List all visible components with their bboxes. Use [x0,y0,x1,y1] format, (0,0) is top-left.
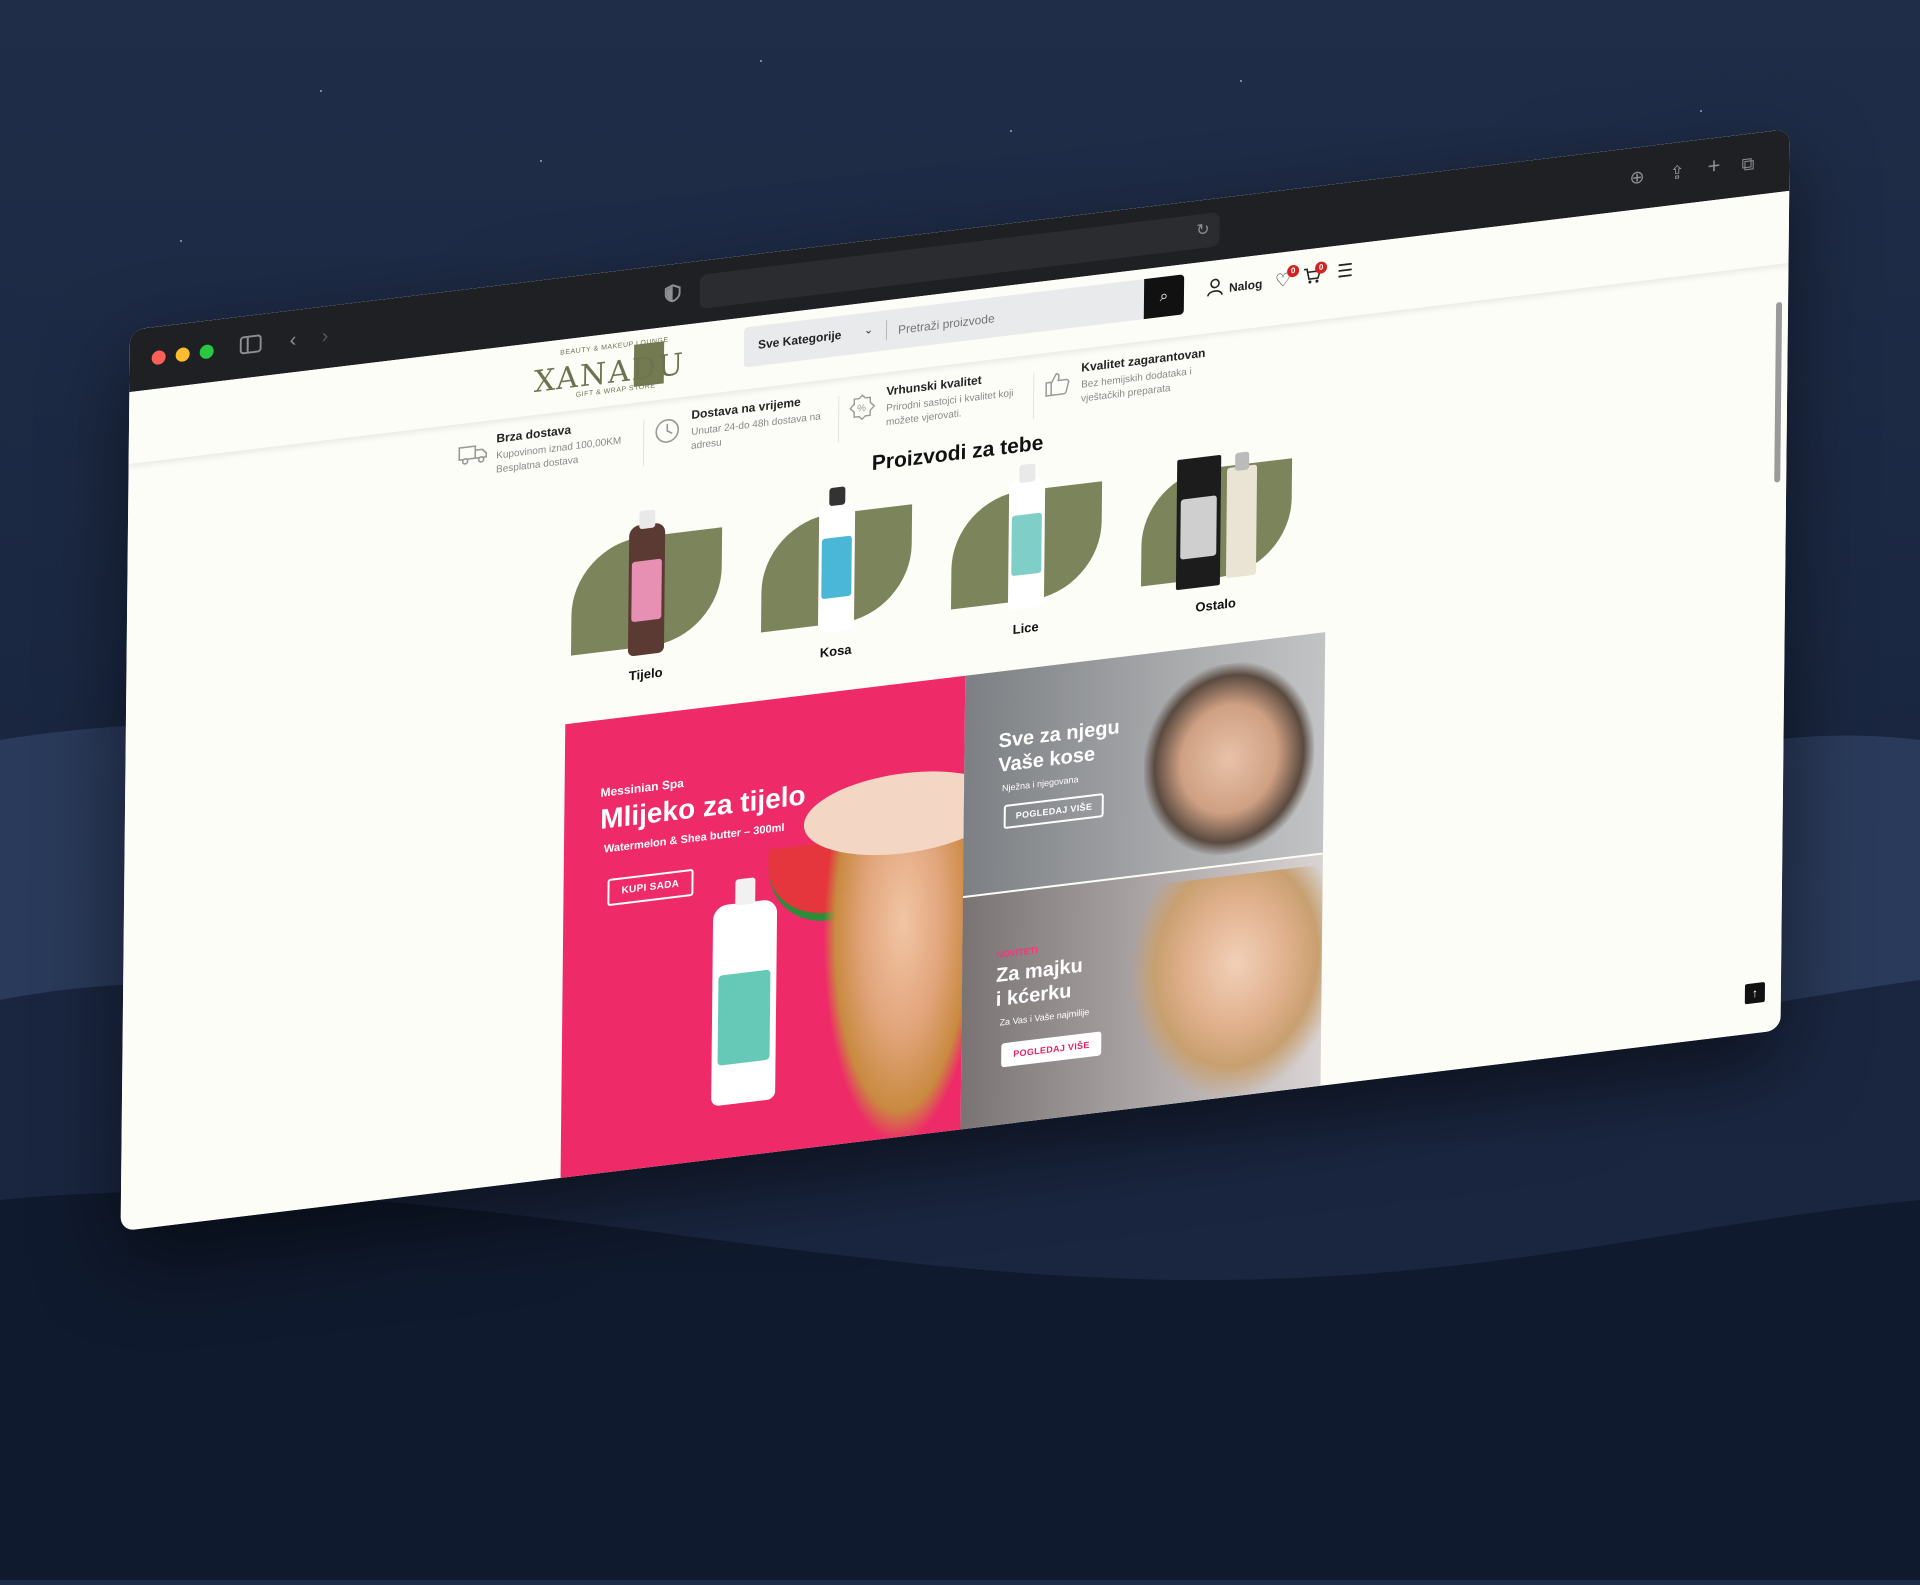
feature-item: Brza dostava Kupovinom iznad 100,00KM Be… [458,412,639,494]
sidebar-icon[interactable] [240,334,262,359]
category-select[interactable]: Sve Kategorije [758,328,842,352]
category-name[interactable]: Ostalo [1136,588,1296,622]
product-bottle-image [628,522,665,657]
feature-item: Kvalitet zagarantovan Bez hemijskih doda… [1043,342,1224,424]
tabs-icon[interactable]: ⧉ [1741,153,1754,175]
category-name[interactable]: Tijelo [566,657,726,691]
share-icon[interactable]: ⇪ [1669,162,1684,184]
cart-count-badge: 0 [1315,261,1327,274]
user-icon[interactable] [1207,278,1223,303]
buy-now-button[interactable]: KUPI SADA [607,869,693,906]
page-scrollbar[interactable] [1774,302,1782,483]
category-name[interactable]: Lice [946,611,1106,645]
category-card-ostalo[interactable]: Ostalo [1135,446,1297,636]
svg-text:%: % [857,403,866,415]
view-more-button[interactable]: POGLEDAJ VIŠE [1004,793,1105,829]
search-input[interactable] [896,290,1120,343]
truck-icon [458,439,488,473]
account-link[interactable]: Nalog [1229,277,1262,295]
wishlist-count-badge: 0 [1287,264,1299,277]
category-card-lice[interactable]: Lice [945,469,1107,659]
body-lotion-banner[interactable]: Messinian Spa Mlijeko za tijelo Watermel… [560,676,965,1185]
hair-care-banner[interactable]: Sve za njegu Vaše kose Nježna i njegovan… [963,632,1325,896]
feature-item: Dostava na vrijeme Unutar 24-do 48h dost… [653,389,834,471]
new-tab-icon[interactable]: + [1708,155,1721,177]
menu-icon[interactable]: ☰ [1337,260,1353,283]
shield-icon[interactable] [665,283,681,307]
forward-icon[interactable]: › [322,326,329,347]
hair-wash-model-image [1143,653,1315,864]
chevron-down-icon[interactable]: ⌄ [864,323,873,337]
product-bottle-image [818,499,855,634]
view-more-button[interactable]: POGLEDAJ VIŠE [1001,1031,1102,1067]
product-bottle-image [1008,476,1045,611]
lotion-bottle-image [711,899,777,1107]
site-logo[interactable]: BEAUTY & MAKEUP LOUNGE XANADU GIFT & WRA… [534,334,675,407]
category-name[interactable]: Kosa [756,634,916,668]
feature-separator [838,396,839,442]
minimize-window-button[interactable] [176,347,190,363]
feature-item: % Vrhunski kvalitet Prirodni sastojci i … [848,365,1029,447]
clock-icon [653,415,683,449]
close-window-button[interactable] [152,350,166,366]
banner-kicker: NOVITETI [996,945,1038,960]
banner-desc: Nježna i njegovana [1002,774,1079,793]
zoom-window-button[interactable] [200,344,214,360]
quality-badge-icon: % [848,391,878,425]
feature-separator [643,420,644,466]
download-icon[interactable]: ⊕ [1629,166,1644,188]
search-divider [886,320,887,340]
back-icon[interactable]: ‹ [290,330,297,351]
search-button[interactable]: ⌕ [1144,274,1184,319]
search-icon: ⌕ [1160,287,1169,305]
product-box-image [1176,455,1221,591]
thumbs-up-icon [1043,368,1073,402]
arrow-up-icon: ↑ [1752,986,1758,1001]
perfume-bottle-image [1226,464,1257,578]
feature-separator [1033,372,1034,418]
category-card-tijelo[interactable]: Tijelo [566,515,728,705]
reload-icon[interactable]: ↻ [1196,220,1210,242]
category-card-kosa[interactable]: Kosa [755,492,917,682]
scroll-to-top-button[interactable]: ↑ [1745,982,1765,1004]
mother-daughter-image [1131,864,1323,1107]
